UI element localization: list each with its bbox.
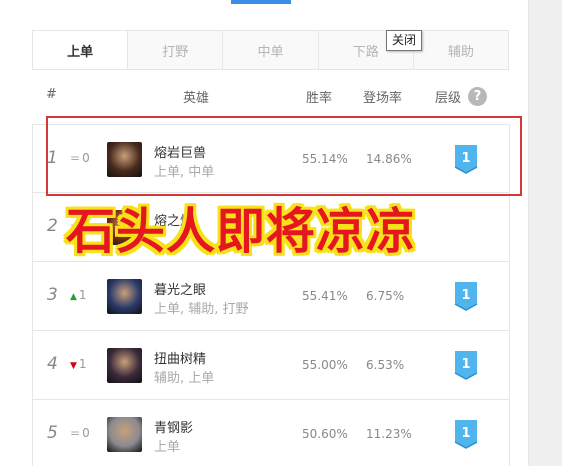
header-tier[interactable]: 层级 [435,87,461,106]
rank-change: ▼ 1 [70,357,87,371]
rank-change: = 0 [70,426,90,440]
trend-up-icon: ▲ [70,292,77,302]
rank-change: ▲ 1 [70,288,87,302]
help-icon[interactable]: ? [468,87,487,106]
hero-roles: 上单, 中单 [154,165,215,180]
svg-text:1: 1 [461,426,470,441]
hero-avatar[interactable] [107,142,142,177]
tab-support[interactable]: 辅助 [414,31,508,69]
close-tooltip: 关闭 [386,30,423,51]
rank-change: = 0 [70,151,90,165]
hero-row[interactable]: 3 ▲ 1 暮光之眼 上单, 辅助, 打野 55.41% 6.75% 1 [32,262,510,331]
hero-list: 1 = 0 熔岩巨兽 上单, 中单 55.14% 14.86% 1 2 = 熔之焰 3 ▲ 1 暮光之眼 上单… [32,124,510,466]
hero-rank: 1 [47,148,58,168]
hero-name[interactable]: 暮光之眼 [154,279,206,298]
tier-badge-icon: 1 [454,351,478,380]
side-rail [528,0,562,466]
header-pick-rate[interactable]: 登场率 [363,87,402,106]
hero-rank: 3 [47,285,58,305]
hero-avatar[interactable] [107,348,142,383]
hero-avatar[interactable] [107,279,142,314]
hero-row[interactable]: 4 ▼ 1 扭曲树精 辅助, 上单 55.00% 6.53% 1 [32,331,510,400]
overlay-caption: 石头人即将凉凉 [66,203,417,260]
rank-change-value: 0 [82,151,90,165]
trend-down-icon: ▼ [70,361,77,371]
hero-pick-rate: 11.23% [366,427,412,441]
hero-rank: 4 [47,354,58,374]
header-rank: # [46,87,57,102]
tier-badge-icon: 1 [454,282,478,311]
hero-win-rate: 50.60% [302,427,348,441]
hero-rank: 2 [47,216,58,236]
hero-rank: 5 [47,423,58,443]
rank-change-value: 1 [78,288,87,302]
position-tabs: 上单 打野 中单 下路 辅助 [32,30,509,70]
hero-roles: 上单 [154,440,181,455]
hero-avatar[interactable] [107,417,142,452]
tab-top[interactable]: 上单 [33,31,129,69]
hero-name[interactable]: 青钢影 [154,417,193,436]
hero-pick-rate: 6.75% [366,289,405,303]
hero-win-rate: 55.00% [302,358,348,372]
hero-name[interactable]: 熔岩巨兽 [154,142,206,161]
rank-change-value: 1 [78,357,87,371]
hero-pick-rate: 6.53% [366,358,405,372]
svg-text:1: 1 [461,357,470,372]
hero-roles: 辅助, 上单 [154,371,215,386]
header-win-rate[interactable]: 胜率 [306,87,332,106]
svg-text:1: 1 [461,151,470,166]
trend-same-icon: = [70,426,81,440]
hero-pick-rate: 14.86% [366,152,412,166]
tab-mid[interactable]: 中单 [223,31,319,69]
hero-roles: 上单, 辅助, 打野 [154,302,249,317]
tab-jungle[interactable]: 打野 [128,31,224,69]
table-header: # 英雄 胜率 登场率 层级 ? [32,84,510,108]
hero-row[interactable]: 1 = 0 熔岩巨兽上单, 中单 55.14% 14.86% 1 [32,124,510,193]
tier-badge-icon: 1 [454,145,478,174]
hero-row[interactable]: 5 = 0 青钢影上单 50.60% 11.23% 1 [32,400,510,466]
svg-text:1: 1 [461,288,470,303]
header-hero: 英雄 [183,91,210,106]
rank-change-value: 0 [82,426,90,440]
trend-same-icon: = [70,151,81,165]
tier-badge-icon: 1 [454,420,478,449]
hero-name[interactable]: 扭曲树精 [154,348,206,367]
hero-win-rate: 55.41% [302,289,348,303]
hero-win-rate: 55.14% [302,152,348,166]
